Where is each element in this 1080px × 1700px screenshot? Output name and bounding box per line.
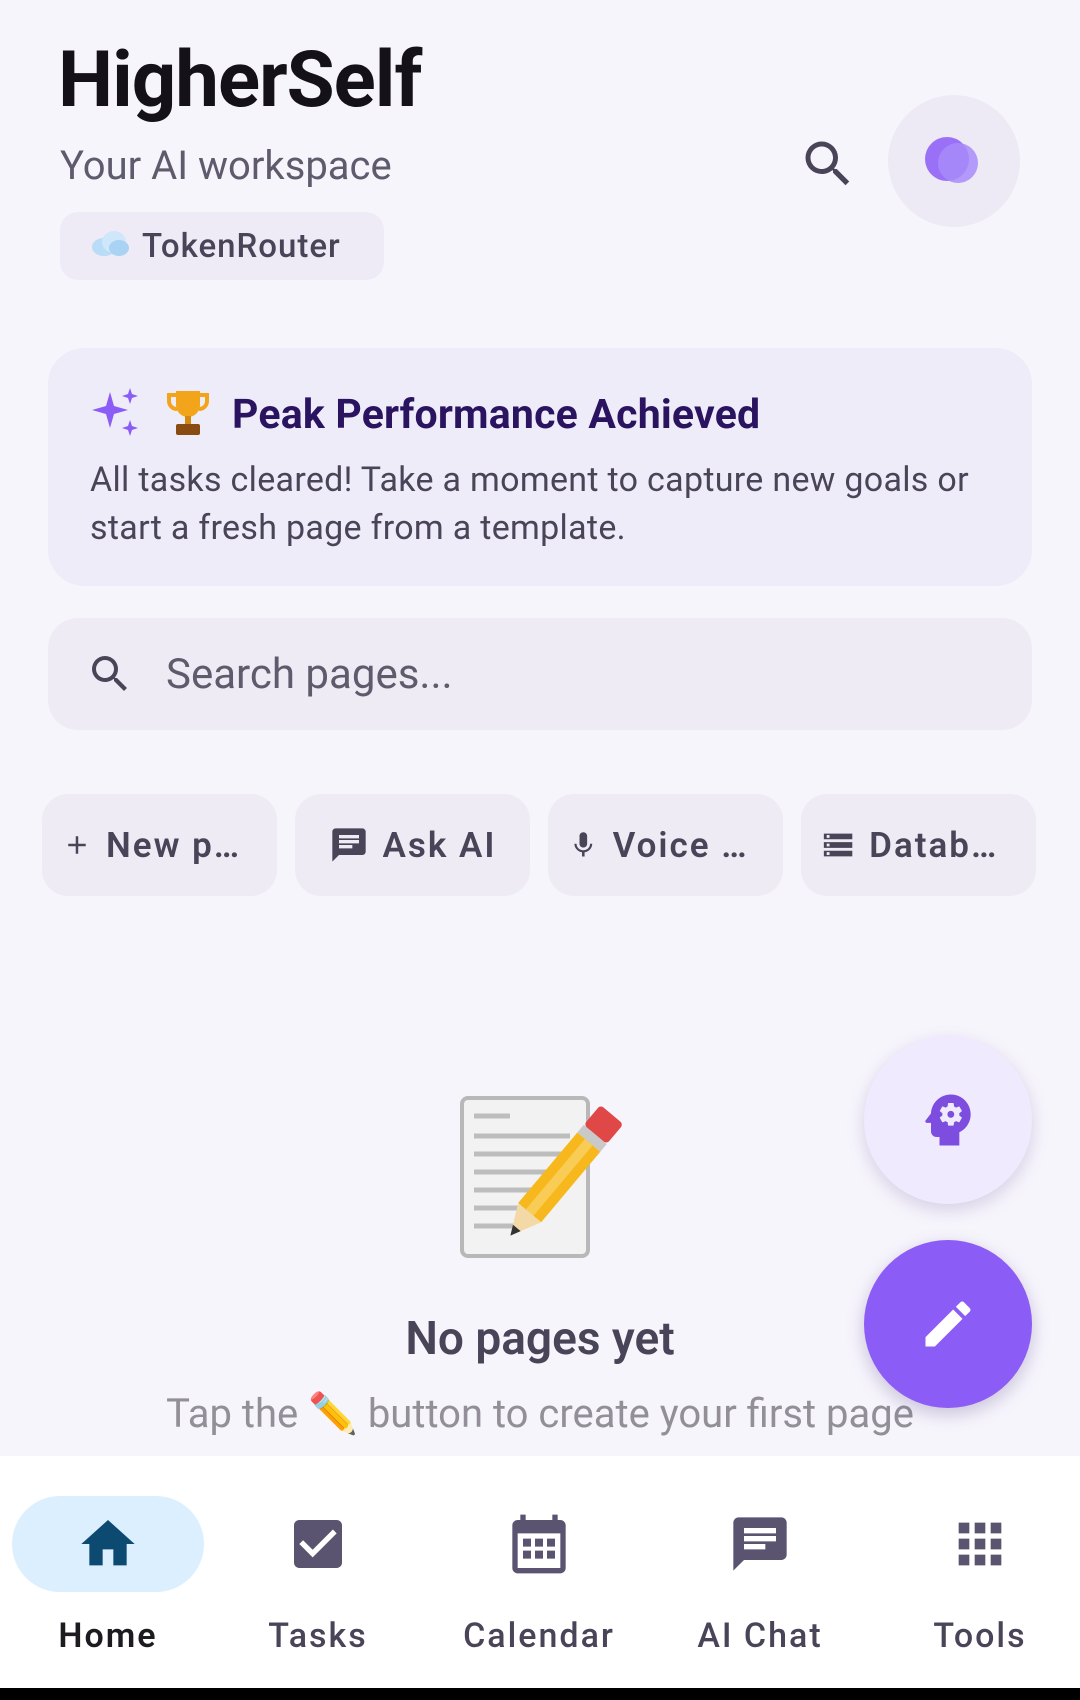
chip-label: Voice note: [612, 824, 763, 866]
nav-icon-wrap: [884, 1496, 1076, 1592]
app-subtitle: Your AI workspace: [60, 142, 392, 189]
nav-icon-wrap: [664, 1496, 856, 1592]
nav-item-tools[interactable]: Tools: [872, 1456, 1080, 1688]
provider-chip-label: TokenRouter: [142, 226, 341, 266]
system-gesture-bar: [0, 1688, 1080, 1700]
nav-indicator: [12, 1496, 204, 1592]
avatar-orb-icon: [925, 137, 978, 183]
search-icon: [805, 141, 850, 186]
nav-item-home[interactable]: Home: [0, 1456, 216, 1688]
chat-icon: [733, 1517, 787, 1571]
checkbox-icon: [294, 1520, 342, 1568]
nav-item-calendar[interactable]: Calendar: [431, 1456, 647, 1688]
calendar-icon: [512, 1514, 566, 1574]
avatar[interactable]: [888, 95, 1020, 227]
apps-grid-icon: [958, 1522, 1002, 1566]
nav-label-calendar: Calendar: [463, 1616, 615, 1656]
cloud-icon: [90, 227, 130, 266]
chip-label: Database: [869, 824, 1016, 866]
quick-actions: New page Ask AI Voice note Database: [42, 794, 1036, 896]
nav-icon-wrap: [443, 1496, 635, 1592]
nav-label-tools: Tools: [933, 1616, 1027, 1656]
app-title: HigherSelf: [58, 35, 422, 126]
search-button[interactable]: [792, 128, 864, 200]
psychology-gear-icon: [925, 1094, 971, 1146]
nav-label-home: Home: [58, 1616, 158, 1656]
ask-ai-chip[interactable]: Ask AI: [295, 794, 530, 896]
status-banner: Peak Performance Achieved All tasks clea…: [48, 348, 1032, 586]
home-icon: [81, 1520, 135, 1566]
page-search-bar[interactable]: [48, 618, 1032, 730]
chat-icon: [331, 828, 366, 862]
new-page-chip[interactable]: New page: [42, 794, 277, 896]
memo-pencil-icon: [450, 1088, 630, 1268]
search-icon: [92, 656, 127, 691]
pencil-icon: [925, 1301, 971, 1347]
banner-title: Peak Performance Achieved: [232, 391, 761, 439]
banner-message: All tasks cleared! Take a moment to capt…: [90, 460, 969, 548]
voice-note-chip[interactable]: Voice note: [548, 794, 783, 896]
database-chip[interactable]: Database: [801, 794, 1036, 896]
sparkles-icon: [90, 386, 144, 444]
database-icon: [823, 833, 853, 857]
nav-item-tasks[interactable]: Tasks: [210, 1456, 426, 1688]
chip-label: Ask AI: [382, 824, 497, 866]
provider-chip[interactable]: TokenRouter: [60, 212, 384, 280]
bottom-navigation: Home Tasks Calendar AI Chat Tools: [0, 1456, 1080, 1688]
nav-item-ai-chat[interactable]: AI Chat: [652, 1456, 868, 1688]
mic-icon: [574, 832, 593, 857]
plus-icon: [68, 836, 86, 854]
ai-settings-fab[interactable]: [864, 1036, 1032, 1204]
nav-icon-wrap: [222, 1496, 414, 1592]
chip-label: New page: [105, 824, 257, 866]
search-pages-input[interactable]: [164, 648, 968, 700]
create-page-fab[interactable]: [864, 1240, 1032, 1408]
trophy-icon: [166, 389, 210, 441]
nav-label-ai-chat: AI Chat: [697, 1616, 823, 1656]
nav-label-tasks: Tasks: [268, 1616, 368, 1656]
